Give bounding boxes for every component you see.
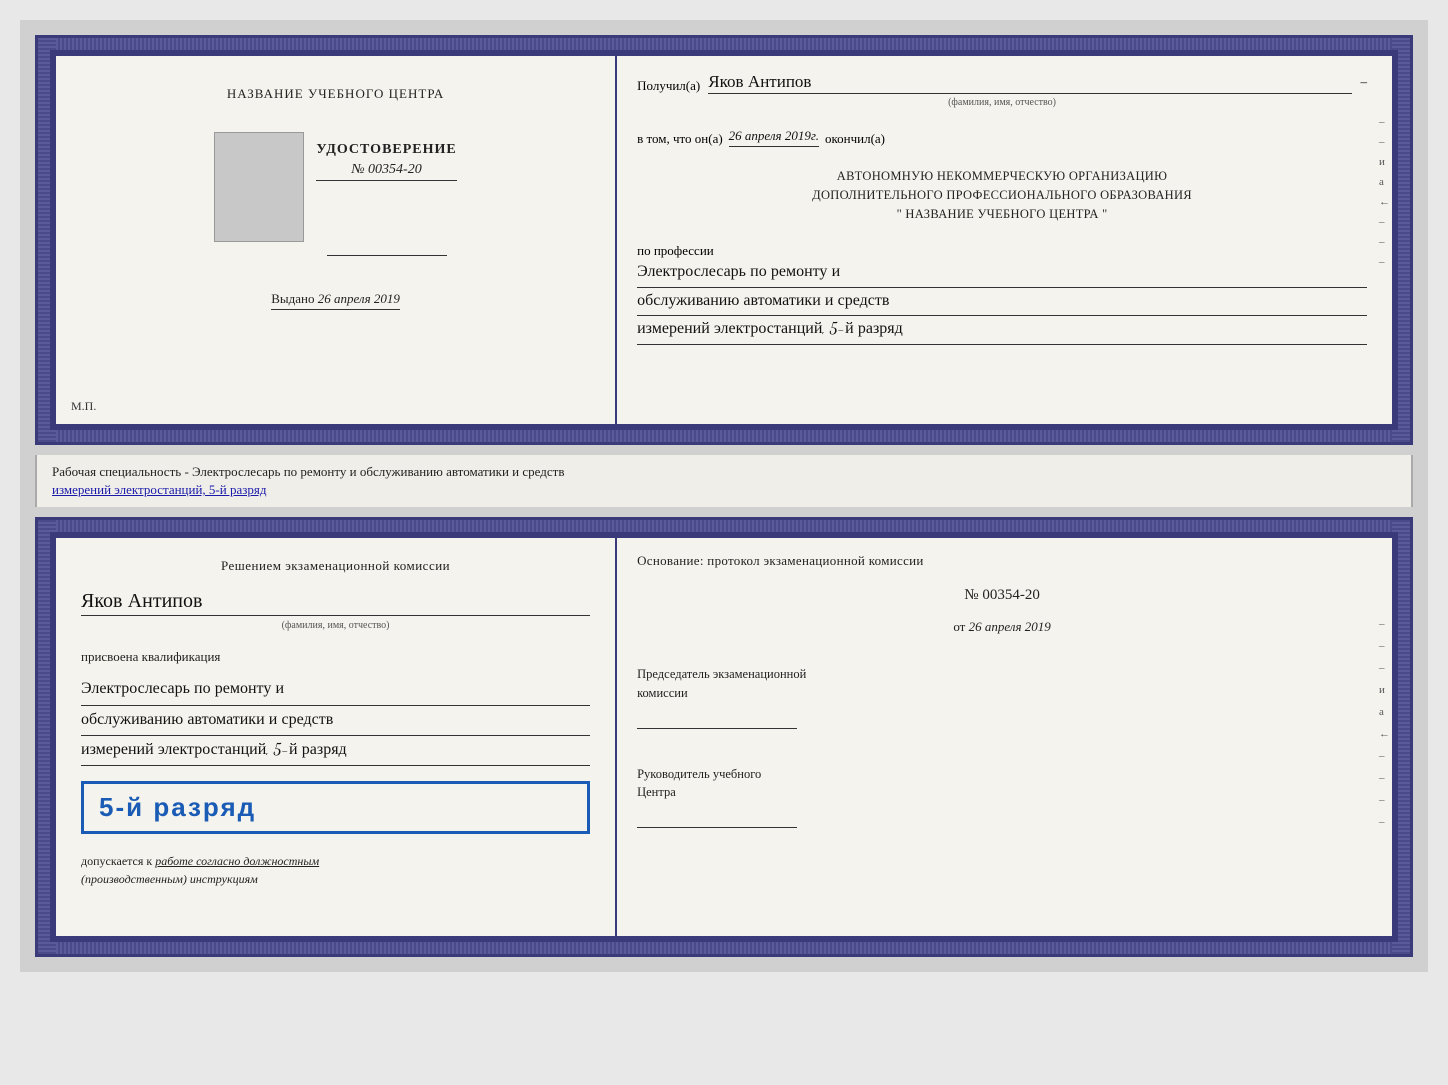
bottom-fio-subtitle: (фамилия, имя, отчество) bbox=[81, 620, 590, 631]
cert-bottom-outer: Решением экзаменационной комиссии Яков А… bbox=[35, 517, 1413, 957]
dopuskaetsya-label: допускается к bbox=[81, 854, 152, 868]
po-professii-label: по профессии bbox=[637, 243, 1367, 259]
org-name: " НАЗВАНИЕ УЧЕБНОГО ЦЕНТРА " bbox=[637, 205, 1367, 224]
cert-bottom: Решением экзаменационной комиссии Яков А… bbox=[50, 532, 1398, 942]
protocol-date: от 26 апреля 2019 bbox=[637, 619, 1367, 635]
page-wrapper: НАЗВАНИЕ УЧЕБНОГО ЦЕНТРА УДОСТОВЕРЕНИЕ №… bbox=[20, 20, 1428, 972]
bottom-name-block: Яков Антипов (фамилия, имя, отчество) bbox=[81, 584, 590, 631]
dopuskaetsya-value2: (производственным) инструкциям bbox=[81, 872, 258, 886]
cert-number: № 00354-20 bbox=[316, 162, 456, 181]
udostoverenie-title: УДОСТОВЕРЕНИЕ bbox=[316, 142, 456, 158]
rukovoditel-block: Руководитель учебного Центра bbox=[637, 765, 1367, 834]
vydano-date: 26 апреля 2019 bbox=[318, 291, 400, 306]
mp-label: М.П. bbox=[71, 399, 96, 414]
dopuskaetsya-value: работе согласно должностным bbox=[155, 854, 319, 868]
predsedatel-signature-line bbox=[637, 711, 797, 729]
photo-placeholder bbox=[214, 132, 304, 242]
profession-line1: Электрослесарь по ремонту и bbox=[637, 259, 1367, 288]
texture-bottom bbox=[38, 430, 1410, 442]
cert-top-outer: НАЗВАНИЕ УЧЕБНОГО ЦЕНТРА УДОСТОВЕРЕНИЕ №… bbox=[35, 35, 1413, 445]
vtom-row: в том, что он(а) 26 апреля 2019г. окончи… bbox=[637, 128, 1367, 147]
qual-line3: измерений электростанций, 5-й разряд bbox=[81, 736, 590, 766]
profession-line2: обслуживанию автоматики и средств bbox=[637, 288, 1367, 317]
ot-date: 26 апреля 2019 bbox=[969, 619, 1051, 634]
bottom-name-value: Яков Антипов bbox=[81, 589, 590, 616]
predsedatel-line2: комиссии bbox=[637, 684, 1367, 703]
udostoverenie-block: УДОСТОВЕРЕНИЕ № 00354-20 bbox=[316, 142, 456, 181]
qual-line1: Электрослесарь по ремонту и bbox=[81, 675, 590, 705]
org-line2: ДОПОЛНИТЕЛЬНОГО ПРОФЕССИОНАЛЬНОГО ОБРАЗО… bbox=[637, 186, 1367, 205]
predsedatel-block: Председатель экзаменационной комиссии bbox=[637, 665, 1367, 734]
fio-subtitle-top: (фамилия, имя, отчество) bbox=[637, 97, 1367, 108]
profession-line3: измерений электростанций, 5-й разряд bbox=[637, 316, 1367, 345]
rukovoditel-signature-line bbox=[637, 810, 797, 828]
cert-bottom-right: Основание: протокол экзаменационной коми… bbox=[617, 538, 1392, 936]
texture-top bbox=[38, 38, 1410, 50]
qual-block: Электрослесарь по ремонту и обслуживанию… bbox=[81, 675, 590, 766]
top-left-title: НАЗВАНИЕ УЧЕБНОГО ЦЕНТРА bbox=[227, 86, 444, 102]
poluchil-value: Яков Антипов bbox=[708, 71, 1352, 94]
po-professii-block: по профессии Электрослесарь по ремонту и… bbox=[637, 243, 1367, 345]
poluchil-row: Получил(а) Яков Антипов – (фамилия, имя,… bbox=[637, 71, 1367, 108]
middle-text-underline: измерений электростанций, 5-й разряд bbox=[52, 482, 266, 497]
cert-bottom-left: Решением экзаменационной комиссии Яков А… bbox=[56, 538, 617, 936]
predsedatel-line1: Председатель экзаменационной bbox=[637, 665, 1367, 684]
okonchil-label: окончил(а) bbox=[825, 131, 885, 147]
rukovoditel-line1: Руководитель учебного bbox=[637, 765, 1367, 784]
cert-top: НАЗВАНИЕ УЧЕБНОГО ЦЕНТРА УДОСТОВЕРЕНИЕ №… bbox=[50, 50, 1398, 430]
middle-text-strip: Рабочая специальность - Электрослесарь п… bbox=[35, 455, 1413, 507]
prisvoena-text: присвоена квалификация bbox=[81, 649, 590, 665]
dopuskaetsya-block: допускается к работе согласно должностны… bbox=[81, 852, 590, 888]
org-block: АВТОНОМНУЮ НЕКОММЕРЧЕСКУЮ ОРГАНИЗАЦИЮ ДО… bbox=[637, 167, 1367, 223]
texture-top-bottom bbox=[38, 520, 1410, 532]
side-marks-bottom: – – – и а ← – – – – bbox=[1379, 618, 1390, 828]
cert-top-left: НАЗВАНИЕ УЧЕБНОГО ЦЕНТРА УДОСТОВЕРЕНИЕ №… bbox=[56, 56, 617, 424]
qual-line2: обслуживанию автоматики и средств bbox=[81, 706, 590, 736]
cert-top-inner: НАЗВАНИЕ УЧЕБНОГО ЦЕНТРА УДОСТОВЕРЕНИЕ №… bbox=[50, 50, 1398, 430]
osnovaniye-block: Основание: протокол экзаменационной коми… bbox=[637, 553, 1367, 569]
vtom-label: в том, что он(а) bbox=[637, 131, 723, 147]
middle-text-main: Рабочая специальность - Электрослесарь п… bbox=[52, 464, 564, 479]
org-line1: АВТОНОМНУЮ НЕКОММЕРЧЕСКУЮ ОРГАНИЗАЦИЮ bbox=[637, 167, 1367, 186]
texture-bottom-bottom bbox=[38, 942, 1410, 954]
razryad-badge: 5-й разряд bbox=[81, 781, 590, 834]
cert-bottom-inner: Решением экзаменационной комиссии Яков А… bbox=[50, 532, 1398, 942]
resolution-title: Решением экзаменационной комиссии bbox=[81, 558, 590, 574]
vtom-date: 26 апреля 2019г. bbox=[729, 128, 819, 147]
rukovoditel-line2: Центра bbox=[637, 783, 1367, 802]
cert-top-right: Получил(а) Яков Антипов – (фамилия, имя,… bbox=[617, 56, 1392, 424]
poluchil-label: Получил(а) bbox=[637, 78, 700, 94]
vydano-label: Выдано bbox=[271, 291, 314, 306]
side-marks-top: – – и а ← – – – bbox=[1379, 116, 1390, 268]
ot-label: от bbox=[953, 619, 965, 634]
protocol-number: № 00354-20 bbox=[637, 587, 1367, 604]
vydano-block: Выдано 26 апреля 2019 bbox=[271, 291, 400, 310]
